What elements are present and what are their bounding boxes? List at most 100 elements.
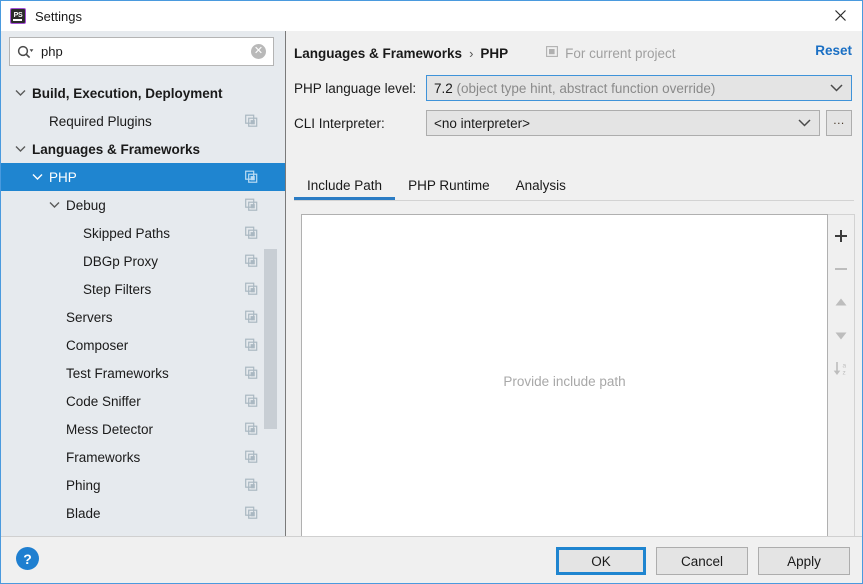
minus-icon (834, 262, 848, 279)
settings-tree[interactable]: Build, Execution, Deployment Required Plu… (1, 79, 286, 536)
remove-path-button[interactable] (828, 254, 855, 287)
sidebar-item-blade[interactable]: Blade (1, 499, 286, 527)
sidebar-item-label: Code Sniffer (66, 394, 141, 409)
search-icon (17, 45, 34, 59)
sidebar-item-mess-detector[interactable]: Mess Detector (1, 415, 286, 443)
sidebar-item-label: PHP (49, 170, 77, 185)
tab-php-runtime[interactable]: PHP Runtime (395, 176, 503, 200)
tab-underline (294, 200, 854, 201)
sidebar-item-build-execution-deployment[interactable]: Build, Execution, Deployment (1, 79, 286, 107)
arrow-down-icon (834, 329, 848, 344)
move-up-button[interactable] (828, 287, 855, 320)
copy-settings-icon[interactable] (245, 283, 258, 296)
clear-icon[interactable]: ✕ (251, 44, 266, 59)
sidebar-item-label: Composer (66, 338, 128, 353)
project-scope-icon (546, 45, 559, 61)
chevron-down-icon[interactable] (47, 198, 61, 212)
settings-dialog: PS Settings php ✕ Build, Executi (0, 0, 863, 584)
php-language-level-value-secondary: (object type hint, abstract function ove… (457, 81, 716, 96)
copy-settings-icon[interactable] (245, 507, 258, 520)
sidebar-scrollbar-thumb[interactable] (264, 249, 277, 429)
sidebar-item-label: Skipped Paths (83, 226, 170, 241)
sidebar-item-languages-frameworks[interactable]: Languages & Frameworks (1, 135, 286, 163)
scope-note: For current project (546, 45, 675, 61)
sidebar-item-label: Phing (66, 478, 101, 493)
settings-tabs: Include PathPHP RuntimeAnalysis (294, 176, 854, 203)
breadcrumb-item-0[interactable]: Languages & Frameworks (294, 46, 462, 61)
php-language-level-label: PHP language level: (294, 81, 426, 96)
copy-settings-icon[interactable] (245, 367, 258, 380)
sidebar-item-label: Step Filters (83, 282, 151, 297)
sidebar-item-label: Languages & Frameworks (32, 142, 200, 157)
cli-interpreter-row: CLI Interpreter: <no interpreter> ... (294, 110, 854, 136)
ok-button[interactable]: OK (556, 547, 646, 575)
php-language-level-row: PHP language level: 7.2 (object type hin… (294, 75, 854, 101)
move-down-button[interactable] (828, 320, 855, 353)
sidebar-item-skipped-paths[interactable]: Skipped Paths (1, 219, 286, 247)
sidebar-item-php[interactable]: PHP (1, 163, 286, 191)
copy-settings-icon[interactable] (245, 423, 258, 436)
apply-button[interactable]: Apply (758, 547, 850, 575)
scope-note-label: For current project (565, 46, 675, 61)
cli-interpreter-label: CLI Interpreter: (294, 116, 426, 131)
svg-text:a: a (842, 362, 846, 369)
copy-settings-icon[interactable] (245, 479, 258, 492)
sidebar-item-phing[interactable]: Phing (1, 471, 286, 499)
copy-settings-icon[interactable] (245, 171, 258, 184)
sidebar-item-composer[interactable]: Composer (1, 331, 286, 359)
search-input[interactable]: php ✕ (9, 37, 274, 66)
copy-settings-icon[interactable] (245, 311, 258, 324)
cli-interpreter-browse-button[interactable]: ... (826, 110, 852, 136)
include-path-list[interactable]: Provide include path (301, 214, 828, 548)
sidebar-item-label: Blade (66, 506, 101, 521)
sidebar-item-required-plugins[interactable]: Required Plugins (1, 107, 286, 135)
php-language-level-value-primary: 7.2 (434, 81, 453, 96)
copy-settings-icon[interactable] (245, 227, 258, 240)
help-button[interactable]: ? (16, 547, 39, 570)
reset-link[interactable]: Reset (815, 43, 852, 58)
close-icon[interactable] (819, 1, 862, 30)
chevron-down-icon (830, 84, 843, 93)
window-title: Settings (35, 9, 82, 24)
chevron-down-icon[interactable] (13, 86, 27, 100)
breadcrumb-item-1: PHP (480, 46, 508, 61)
phpstorm-icon: PS (10, 8, 26, 24)
chevron-down-icon (798, 119, 811, 128)
copy-settings-icon[interactable] (245, 395, 258, 408)
sidebar-item-label: DBGp Proxy (83, 254, 158, 269)
php-language-level-select[interactable]: 7.2 (object type hint, abstract function… (426, 75, 852, 101)
copy-settings-icon[interactable] (245, 199, 258, 212)
sidebar-item-step-filters[interactable]: Step Filters (1, 275, 286, 303)
sidebar-item-frameworks[interactable]: Frameworks (1, 443, 286, 471)
sidebar-item-debug[interactable]: Debug (1, 191, 286, 219)
copy-settings-icon[interactable] (245, 339, 258, 352)
tab-include-path[interactable]: Include Path (294, 176, 395, 200)
include-path-placeholder: Provide include path (503, 374, 625, 389)
sidebar-item-servers[interactable]: Servers (1, 303, 286, 331)
sidebar-item-label: Required Plugins (49, 114, 152, 129)
copy-settings-icon[interactable] (245, 255, 258, 268)
sort-az-icon: az (833, 361, 850, 379)
sort-alphabetically-button[interactable]: az (828, 353, 855, 386)
sidebar-item-label: Build, Execution, Deployment (32, 86, 223, 101)
cli-interpreter-select[interactable]: <no interpreter> (426, 110, 820, 136)
sidebar-item-label: Servers (66, 310, 113, 325)
sidebar-item-code-sniffer[interactable]: Code Sniffer (1, 387, 286, 415)
arrow-up-icon (834, 296, 848, 311)
tab-analysis[interactable]: Analysis (503, 176, 579, 200)
dialog-footer: ? OK Cancel Apply (1, 536, 862, 583)
breadcrumb-separator: › (469, 46, 473, 61)
chevron-down-icon[interactable] (30, 170, 44, 184)
sidebar-item-label: Mess Detector (66, 422, 153, 437)
copy-settings-icon[interactable] (245, 115, 258, 128)
sidebar-item-test-frameworks[interactable]: Test Frameworks (1, 359, 286, 387)
copy-settings-icon[interactable] (245, 451, 258, 464)
sidebar-item-dbgp-proxy[interactable]: DBGp Proxy (1, 247, 286, 275)
add-path-button[interactable] (828, 221, 855, 254)
breadcrumb: Languages & Frameworks › PHP For current… (294, 43, 675, 63)
sidebar-item-label: Debug (66, 198, 106, 213)
cancel-button[interactable]: Cancel (656, 547, 748, 575)
chevron-down-icon[interactable] (13, 142, 27, 156)
settings-sidebar: php ✕ Build, Execution, Deployment Requir… (1, 31, 286, 536)
include-path-toolbar: az (828, 214, 855, 548)
